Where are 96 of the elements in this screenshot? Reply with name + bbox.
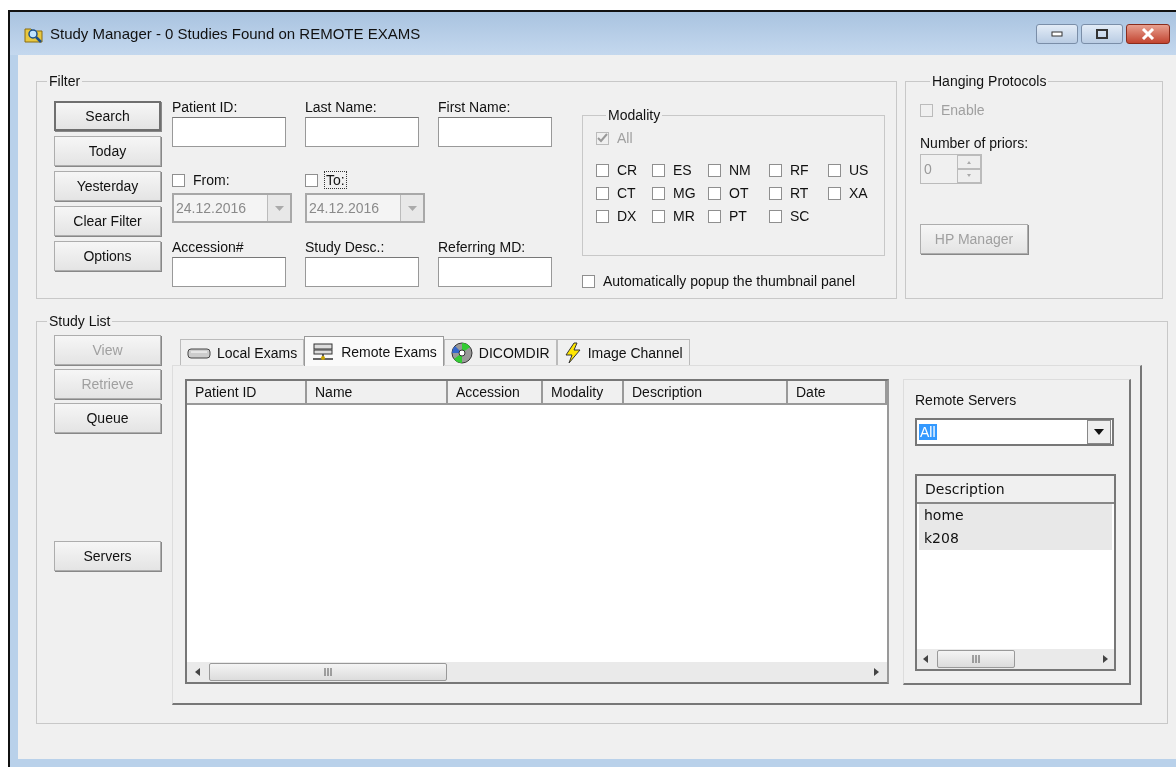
column-header[interactable]: Modality [543, 381, 624, 403]
group-title: Filter [48, 73, 82, 89]
checkbox-label: MR [672, 207, 696, 225]
horizontal-scrollbar[interactable] [187, 662, 887, 682]
server-list-item[interactable]: home [919, 504, 1112, 527]
group-title: Study List [48, 313, 112, 329]
minimize-icon [1051, 30, 1063, 37]
maximize-icon [1096, 28, 1108, 39]
scroll-left-icon [193, 667, 203, 677]
servers-button[interactable]: Servers [54, 541, 161, 571]
column-header[interactable]: Name [307, 381, 448, 403]
scrollbar-thumb[interactable] [937, 650, 1015, 668]
window-title: Study Manager - 0 Studies Found on REMOTE EXAMS [50, 25, 422, 42]
checkbox-label: All [616, 129, 634, 147]
close-icon [1141, 27, 1155, 40]
field-label: Study Desc.: [305, 239, 386, 255]
checkbox-label: CT [616, 184, 637, 202]
checkbox-label: From: [192, 171, 231, 189]
checkbox-label: RF [789, 161, 810, 179]
checkbox-label: CR [616, 161, 639, 179]
filter-button[interactable]: Clear Filter [54, 206, 161, 236]
input-field[interactable] [172, 257, 286, 287]
maximize-button[interactable] [1081, 23, 1123, 44]
checkbox-label: XA [848, 184, 869, 202]
scroll-left-icon [921, 654, 931, 664]
field-label: Referring MD: [438, 239, 527, 255]
scroll-right-icon [1100, 654, 1110, 664]
checkbox[interactable] [652, 163, 665, 177]
checkbox-label: RT [789, 184, 810, 202]
input-field[interactable] [438, 257, 552, 287]
checkbox-label: OT [728, 184, 750, 202]
column-header[interactable]: Description [624, 381, 788, 403]
tab[interactable]: Remote Exams [304, 336, 444, 366]
input-field[interactable] [305, 117, 419, 147]
scroll-right-icon [871, 667, 881, 677]
checkbox[interactable] [769, 209, 782, 223]
checkbox[interactable] [596, 186, 609, 200]
field-label: Number of priors: [920, 135, 1029, 151]
network-computer-icon [311, 342, 336, 361]
filter-button[interactable]: Today [54, 136, 161, 166]
column-header[interactable]: Description [917, 476, 1114, 504]
input-field[interactable] [305, 257, 419, 287]
spin-arrows-icon [957, 155, 981, 183]
checkbox-label: DX [616, 207, 638, 225]
checkbox-label: Enable [940, 101, 986, 119]
column-header[interactable]: Date [788, 381, 887, 403]
panel-title: Remote Servers [915, 392, 1018, 408]
hard-drive-icon [187, 346, 211, 359]
checkbox-label: MG [672, 184, 697, 202]
grip-icon [323, 668, 333, 676]
lightning-bolt-icon [563, 341, 582, 364]
group-title: Modality [607, 107, 662, 123]
server-list-item[interactable]: k208 [919, 527, 1112, 550]
checkbox-label: ES [672, 161, 693, 179]
filter-button[interactable]: Yesterday [54, 171, 161, 201]
checkbox[interactable] [708, 186, 721, 200]
dropdown-arrow-icon [407, 205, 417, 211]
column-header[interactable]: Patient ID [187, 381, 307, 403]
checkbox[interactable] [596, 209, 609, 223]
horizontal-scrollbar[interactable] [917, 649, 1114, 669]
checkbox-label: Automatically popup the thumbnail panel [602, 272, 857, 290]
checkbox-label: To: [324, 171, 347, 189]
checkbox[interactable] [708, 209, 721, 223]
field-label: Accession# [172, 239, 245, 255]
study-button[interactable]: Queue [54, 403, 161, 433]
checkbox[interactable] [652, 186, 665, 200]
input-field[interactable] [172, 117, 286, 147]
checkbox[interactable] [596, 163, 609, 177]
field-label: First Name: [438, 99, 512, 115]
checkbox[interactable] [708, 163, 721, 177]
checkbox[interactable] [652, 209, 665, 223]
checkbox-label: PT [728, 207, 748, 225]
checkbox-label: US [848, 161, 870, 179]
tab[interactable]: DICOMDIR [443, 339, 557, 365]
checkbox[interactable] [769, 186, 782, 200]
input-field[interactable] [438, 117, 552, 147]
field-label: Last Name: [305, 99, 378, 115]
filter-button[interactable]: Search [54, 101, 161, 131]
disc-icon [450, 341, 473, 364]
checkbox[interactable] [828, 186, 841, 200]
checkbox[interactable] [828, 163, 841, 177]
checkbox[interactable] [582, 274, 595, 288]
group-title: Hanging Protocols [931, 73, 1048, 89]
dropdown-arrow-icon [1094, 429, 1104, 435]
scrollbar-thumb[interactable] [209, 663, 447, 681]
close-button[interactable] [1126, 23, 1170, 44]
checkbox-label: NM [728, 161, 752, 179]
checkbox-label: SC [789, 207, 811, 225]
field-label: Patient ID: [172, 99, 239, 115]
checkbox[interactable] [769, 163, 782, 177]
dropdown-arrow-icon [274, 205, 284, 211]
filter-button[interactable]: Options [54, 241, 161, 271]
tab[interactable]: Image Channel [556, 339, 690, 365]
column-header[interactable]: Accession [448, 381, 543, 403]
tab[interactable]: Local Exams [180, 339, 305, 365]
grip-icon [971, 655, 981, 663]
